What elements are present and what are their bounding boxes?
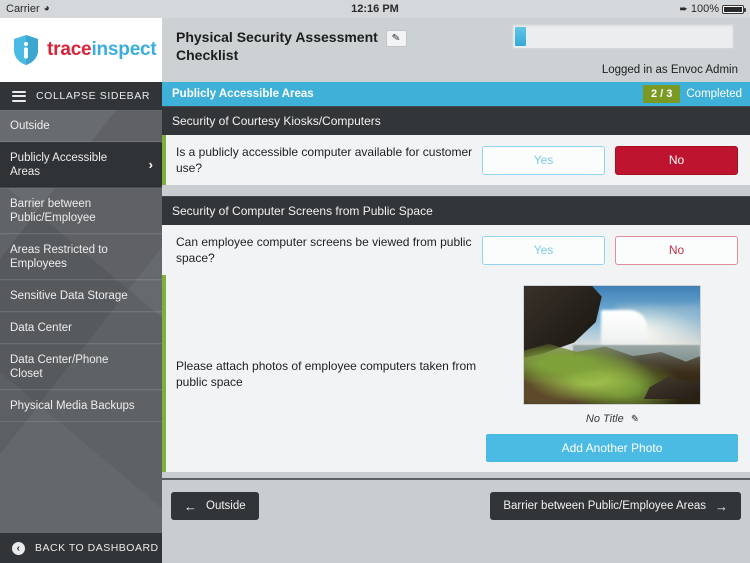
back-to-dashboard-button[interactable]: ‹ BACK TO DASHBOARD <box>0 533 162 563</box>
yes-no-toggle: Yes No <box>482 235 738 265</box>
arrow-left-icon: ← <box>184 498 197 514</box>
waterfall-landscape-photo[interactable] <box>523 285 701 405</box>
back-to-dashboard-label: BACK TO DASHBOARD <box>35 542 159 554</box>
sidebar-item-areas-restricted-to-employees[interactable]: Areas Restricted to Employees <box>0 234 162 280</box>
edit-title-button[interactable]: ✎ <box>386 30 407 47</box>
collapse-sidebar-label: COLLAPSE SIDEBAR <box>36 90 151 102</box>
status-bar-clock: 12:16 PM <box>351 3 399 15</box>
photo-caption-text: No Title <box>585 413 624 425</box>
sidebar-item-sensitive-data-storage[interactable]: Sensitive Data Storage <box>0 280 162 312</box>
question-row: Is a publicly accessible computer availa… <box>162 135 750 185</box>
sidebar-item-label: Publicly Accessible Areas <box>10 152 108 178</box>
sidebar-item-data-center[interactable]: Data Center <box>0 312 162 344</box>
battery-icon <box>722 4 746 14</box>
brand-wordmark: traceinspect <box>47 39 157 61</box>
sidebar-item-physical-media-backups[interactable]: Physical Media Backups <box>0 390 162 422</box>
brand-name-part2: inspect <box>91 39 157 60</box>
section-count-badge: 2 / 3 <box>642 85 681 103</box>
previous-section-label: Outside <box>206 500 246 512</box>
chevron-right-icon: › <box>148 157 153 172</box>
sidebar-item-label: Areas Restricted to Employees <box>10 244 108 270</box>
sidebar-item-label: Data Center/Phone Closet <box>10 354 109 380</box>
next-section-button[interactable]: Barrier between Public/Employee Areas → <box>490 492 741 520</box>
brand-name-part1: trace <box>47 39 92 60</box>
photo-caption: No Title ✎ <box>585 413 639 425</box>
sidebar-item-data-center-phone-closet[interactable]: Data Center/Phone Closet <box>0 344 162 390</box>
photo-column: No Title ✎ Add Another Photo <box>486 285 738 462</box>
photo-prompt-text: Please attach photos of employee compute… <box>176 358 477 389</box>
pencil-icon: ✎ <box>391 32 402 45</box>
sidebar: traceinspect COLLAPSE SIDEBAR Outside Pu… <box>0 18 162 563</box>
progress-fill <box>515 27 526 46</box>
question-group-title: Security of Courtesy Kiosks/Computers <box>162 106 750 135</box>
logged-in-user-label: Logged in as Envoc Admin <box>601 64 738 76</box>
pencil-icon[interactable]: ✎ <box>629 413 639 425</box>
photo-waterfall-layer <box>601 309 648 350</box>
section-completed-label: Completed <box>686 88 742 100</box>
ios-status-bar: Carrier ◕ 12:16 PM ➨ 100% <box>0 0 750 18</box>
add-another-photo-button[interactable]: Add Another Photo <box>486 434 738 462</box>
answer-yes-button[interactable]: Yes <box>482 145 605 175</box>
location-arrow-icon: ➨ <box>679 3 688 15</box>
brand-logo[interactable]: traceinspect <box>0 18 162 82</box>
sidebar-item-label: Data Center <box>10 322 73 334</box>
sidebar-item-outside[interactable]: Outside <box>0 110 162 142</box>
previous-section-button[interactable]: ← Outside <box>171 492 259 520</box>
question-group-title: Security of Computer Screens from Public… <box>162 196 750 225</box>
answer-yes-button[interactable]: Yes <box>482 235 605 265</box>
sidebar-item-label: Barrier between Public/Employee <box>10 198 96 224</box>
photo-attachment-row: Please attach photos of employee compute… <box>162 275 750 472</box>
checklist-content: Security of Courtesy Kiosks/Computers Is… <box>162 106 750 478</box>
app-root: Carrier ◕ 12:16 PM ➨ 100% traceinspect C… <box>0 0 750 563</box>
top-bar: Physical Security Assessment Checklist ✎… <box>162 18 750 82</box>
next-section-label: Barrier between Public/Employee Areas <box>503 500 706 512</box>
row-gap <box>162 185 750 196</box>
section-header: Publicly Accessible Areas 2 / 3 Complete… <box>162 82 750 106</box>
answer-no-button[interactable]: No <box>615 145 738 175</box>
page-title: Physical Security Assessment Checklist <box>176 29 378 63</box>
sidebar-item-label: Physical Media Backups <box>10 400 135 412</box>
arrow-right-icon: → <box>715 498 728 514</box>
hamburger-icon <box>12 90 26 102</box>
sidebar-item-barrier-between-public-employee[interactable]: Barrier between Public/Employee <box>0 188 162 234</box>
shield-info-logo-icon <box>12 34 40 66</box>
section-title: Publicly Accessible Areas <box>172 88 314 100</box>
footer-navigation: ← Outside Barrier between Public/Employe… <box>162 478 750 563</box>
question-row: Can employee computer screens be viewed … <box>162 225 750 275</box>
question-text: Can employee computer screens be viewed … <box>176 235 472 265</box>
completion-progress-bar <box>512 24 734 49</box>
sidebar-item-label: Outside <box>10 120 50 132</box>
yes-no-toggle: Yes No <box>482 145 738 175</box>
collapse-sidebar-button[interactable]: COLLAPSE SIDEBAR <box>0 82 162 110</box>
back-circle-icon: ‹ <box>12 541 25 555</box>
battery-percent: 100% <box>690 3 719 15</box>
sidebar-item-publicly-accessible-areas[interactable]: Publicly Accessible Areas › <box>0 142 162 188</box>
sidebar-item-label: Sensitive Data Storage <box>10 290 128 302</box>
status-bar-right: ➨ 100% <box>679 3 746 15</box>
question-text: Is a publicly accessible computer availa… <box>176 145 473 175</box>
answer-no-button[interactable]: No <box>615 235 738 265</box>
